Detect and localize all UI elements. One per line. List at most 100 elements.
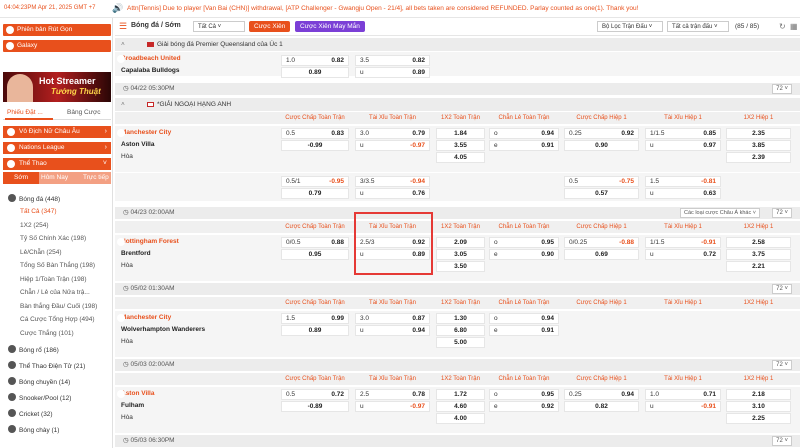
odds-cell[interactable]: 4.60 — [436, 401, 485, 412]
odds-cell[interactable]: u 0.89 — [355, 67, 430, 78]
menu-icon[interactable]: ☰ — [119, 21, 127, 32]
odds-cell[interactable]: 0/0.25 -0.88 — [564, 237, 639, 248]
odds-cell[interactable]: o 0.95 — [489, 389, 559, 400]
odds-cell[interactable]: 2.35 — [726, 128, 791, 139]
compact-version-button[interactable]: Phiên bản Rút Gọn — [3, 24, 111, 36]
collapse-icon[interactable]: ˄ — [121, 38, 125, 51]
odds-cell[interactable]: 2.5 0.78 — [355, 389, 430, 400]
odds-cell[interactable]: 3.05 — [436, 249, 485, 260]
odds-cell[interactable]: 0.5 0.83 — [281, 128, 349, 139]
sidebar-item-15[interactable]: Cricket (32) — [8, 409, 53, 419]
odds-cell[interactable]: o 0.95 — [489, 237, 559, 248]
odds-cell[interactable]: -0.89 — [281, 401, 349, 412]
odds-cell[interactable]: -0.99 — [281, 140, 349, 151]
odds-cell[interactable]: 0.89 — [281, 67, 349, 78]
tab-betslip[interactable]: Phiếu Đặt ... — [7, 109, 43, 116]
odds-cell[interactable]: 0.57 — [564, 188, 639, 199]
galaxy-button[interactable]: Galaxy — [3, 40, 111, 52]
odds-cell[interactable]: 0.69 — [564, 249, 639, 260]
sidebar-item-14[interactable]: Snooker/Pool (12) — [8, 393, 71, 403]
streamer-banner[interactable]: Hot Streamer Tướng Thuật — [3, 72, 111, 102]
odds-cell[interactable]: 0.25 0.94 — [564, 389, 639, 400]
sidebar-item-9[interactable]: Cá Cược Tổng Hợp (494) — [20, 315, 95, 325]
odds-cell[interactable]: u 0.76 — [355, 188, 430, 199]
odds-cell[interactable]: 2.21 — [726, 261, 791, 272]
odds-cell[interactable]: 3.0 0.87 — [355, 313, 430, 324]
sidebar-item-1[interactable]: Tất Cả (347) — [20, 207, 57, 217]
asian-markets-dropdown[interactable]: Các loại cược Châu Á khác ˅ — [680, 208, 760, 218]
odds-cell[interactable]: u -0.97 — [355, 401, 430, 412]
grid-icon[interactable]: ▦ — [790, 22, 798, 31]
sidebar-item-4[interactable]: Lẻ/Chẵn (254) — [20, 248, 62, 258]
odds-cell[interactable]: u 0.94 — [355, 325, 430, 336]
sidebar-item-0[interactable]: Bóng đá (448) — [8, 194, 60, 204]
odds-cell[interactable]: u 0.63 — [645, 188, 721, 199]
odds-cell[interactable]: e 0.91 — [489, 325, 559, 336]
sidebar-item-12[interactable]: Thể Thao Điện Tử (21) — [8, 361, 85, 371]
section-nations-league[interactable]: Nations League › — [3, 142, 111, 154]
odds-cell[interactable]: u 0.72 — [645, 249, 721, 260]
more-markets-button[interactable]: 72 ˅ — [772, 284, 792, 294]
odds-cell[interactable]: u -0.91 — [645, 401, 721, 412]
odds-cell[interactable]: 4.05 — [436, 152, 485, 163]
tab-live[interactable]: Trực tiếp — [83, 172, 109, 184]
odds-cell[interactable]: 0/0.5 0.88 — [281, 237, 349, 248]
odds-cell[interactable]: 1.5 -0.81 — [645, 176, 721, 187]
odds-cell[interactable]: 0.25 0.92 — [564, 128, 639, 139]
odds-cell[interactable]: 1/1.5 0.85 — [645, 128, 721, 139]
more-markets-button[interactable]: 72 ˅ — [772, 436, 792, 446]
odds-cell[interactable]: 0.95 — [281, 249, 349, 260]
odds-cell[interactable]: u -0.97 — [355, 140, 430, 151]
odds-cell[interactable]: 1.0 0.82 — [281, 55, 349, 66]
odds-cell[interactable]: 4.00 — [436, 413, 485, 424]
odds-cell[interactable]: 0.5 0.72 — [281, 389, 349, 400]
sidebar-item-13[interactable]: Bóng chuyền (14) — [8, 377, 70, 387]
sidebar-item-3[interactable]: Tỷ Số Chính Xác (198) — [20, 234, 86, 244]
odds-cell[interactable]: 3/3.5 -0.94 — [355, 176, 430, 187]
tab-bet-list[interactable]: Bảng Cược — [67, 109, 101, 116]
sidebar-item-10[interactable]: Cược Thắng (101) — [20, 329, 74, 339]
market-filter[interactable]: Tất Cả ˅ — [193, 21, 245, 32]
odds-cell[interactable]: 2.25 — [726, 413, 791, 424]
tab-early[interactable]: Sớm — [3, 172, 39, 184]
sidebar-item-7[interactable]: Chẵn / Lẻ của Nửa trậ... — [20, 288, 90, 298]
odds-cell[interactable]: 3.50 — [436, 261, 485, 272]
collapse-icon[interactable]: ˄ — [121, 98, 125, 111]
odds-cell[interactable]: 1.5 0.99 — [281, 313, 349, 324]
odds-cell[interactable]: 1.72 — [436, 389, 485, 400]
sidebar-item-2[interactable]: 1X2 (254) — [20, 221, 49, 231]
odds-cell[interactable]: 2.18 — [726, 389, 791, 400]
parlay-button[interactable]: Cược Xiên — [249, 21, 291, 32]
odds-cell[interactable]: 0.5/1 -0.95 — [281, 176, 349, 187]
refresh-icon[interactable]: ↻ — [779, 22, 786, 31]
sidebar-item-11[interactable]: Bóng rổ (186) — [8, 345, 59, 355]
tab-today[interactable]: Hôm Nay — [41, 172, 68, 184]
sidebar-item-8[interactable]: Bàn thắng Đầu/ Cuối (198) — [20, 302, 97, 312]
odds-cell[interactable]: 3.5 0.82 — [355, 55, 430, 66]
odds-cell[interactable]: 0.82 — [564, 401, 639, 412]
odds-cell[interactable]: 5.00 — [436, 337, 485, 348]
odds-cell[interactable]: 1/1.5 -0.91 — [645, 237, 721, 248]
league-header-premier-league[interactable]: ˄ *GIẢI NGOẠI HẠNG ANH — [115, 98, 800, 111]
more-markets-button[interactable]: 72 ˅ — [772, 208, 792, 218]
odds-cell[interactable]: 3.55 — [436, 140, 485, 151]
sidebar-item-6[interactable]: Hiệp 1/Toàn Trận (198) — [20, 275, 86, 285]
odds-cell[interactable]: e 0.90 — [489, 249, 559, 260]
odds-cell[interactable]: 6.80 — [436, 325, 485, 336]
odds-cell[interactable]: 0.89 — [281, 325, 349, 336]
more-markets-button[interactable]: 72 ˅ — [772, 84, 792, 94]
odds-cell[interactable]: o 0.94 — [489, 128, 559, 139]
odds-cell[interactable]: 0.90 — [564, 140, 639, 151]
section-womens-euro[interactable]: Vô Địch Nữ Châu Âu › — [3, 126, 111, 138]
odds-cell[interactable]: e 0.91 — [489, 140, 559, 151]
odds-cell[interactable]: 3.10 — [726, 401, 791, 412]
more-markets-button[interactable]: 72 ˅ — [772, 360, 792, 370]
odds-cell[interactable]: o 0.94 — [489, 313, 559, 324]
sidebar-item-16[interactable]: Bóng chày (1) — [8, 425, 59, 435]
odds-cell[interactable]: 0.79 — [281, 188, 349, 199]
odds-cell[interactable]: 2.39 — [726, 152, 791, 163]
odds-cell[interactable]: e 0.92 — [489, 401, 559, 412]
odds-cell[interactable]: 1.30 — [436, 313, 485, 324]
match-filter-select[interactable]: Bộ Lọc Trận Đấu ˅ — [597, 21, 663, 32]
lucky-parlay-button[interactable]: Cược Xiên May Mắn — [295, 21, 365, 32]
